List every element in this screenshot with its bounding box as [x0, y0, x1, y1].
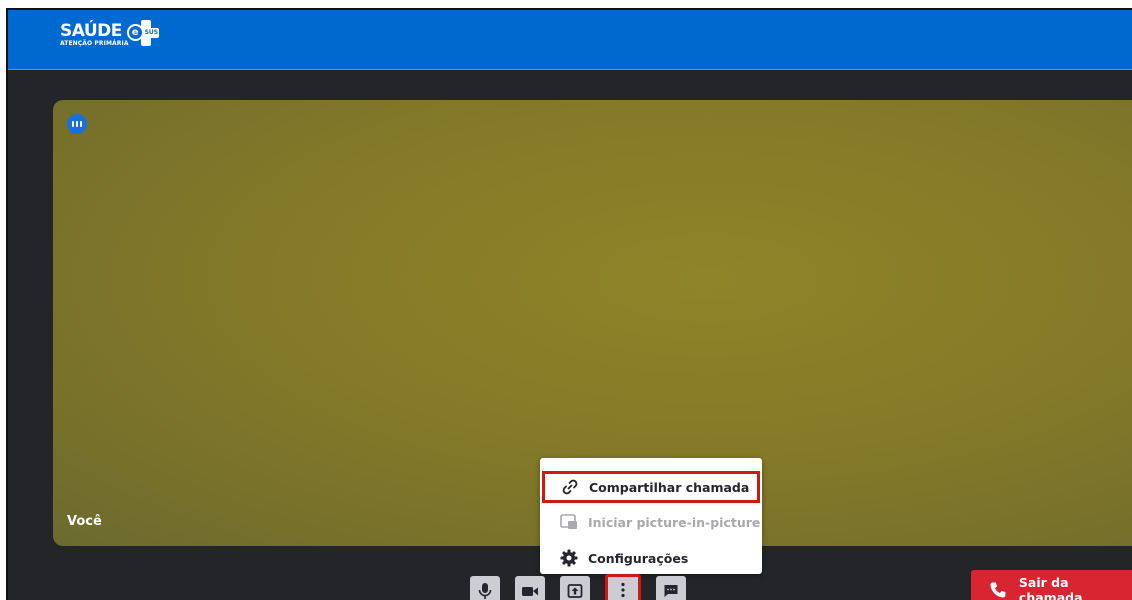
brand-name: SAÚDE — [60, 21, 122, 41]
microphone-icon — [478, 583, 492, 599]
frame: SAÚDE ATENÇÃO PRIMÁRIA e SUS Você Compar… — [0, 0, 1132, 600]
gear-icon — [558, 549, 580, 567]
camera-icon — [522, 587, 538, 596]
share-screen-button[interactable] — [560, 576, 590, 600]
brand-badge-text: SUS — [144, 29, 159, 36]
camera-button[interactable] — [515, 576, 545, 600]
brand-badge-letter: e — [126, 24, 144, 41]
menu-item-label: Configurações — [588, 550, 689, 566]
link-icon — [559, 478, 581, 496]
share-screen-icon — [567, 584, 583, 598]
brand-subtitle: ATENÇÃO PRIMÁRIA — [60, 40, 129, 47]
phone-icon — [990, 582, 1006, 598]
audio-level-icon — [67, 114, 87, 134]
menu-item-share-call[interactable]: Compartilhar chamada — [542, 471, 760, 503]
sus-cross-icon: e SUS — [126, 20, 159, 46]
picture-in-picture-icon — [558, 513, 580, 531]
menu-item-label: Iniciar picture-in-picture — [588, 514, 761, 530]
top-bar: SAÚDE ATENÇÃO PRIMÁRIA e SUS — [8, 10, 1132, 70]
more-options-button[interactable] — [605, 574, 641, 600]
menu-item-settings[interactable]: Configurações — [540, 542, 762, 574]
call-controls — [470, 574, 686, 600]
menu-item-label: Compartilhar chamada — [589, 479, 750, 495]
app-window: SAÚDE ATENÇÃO PRIMÁRIA e SUS Você Compar… — [6, 8, 1132, 600]
microphone-button[interactable] — [470, 576, 500, 600]
participant-name: Você — [67, 514, 102, 529]
chat-button[interactable] — [656, 576, 686, 600]
chat-icon — [664, 585, 678, 597]
more-options-menu: Compartilhar chamada Iniciar picture-in-… — [540, 458, 762, 574]
leave-call-button[interactable]: Sair da chamada — [971, 570, 1132, 600]
leave-call-label: Sair da chamada — [1018, 575, 1083, 600]
brand-logo[interactable]: SAÚDE ATENÇÃO PRIMÁRIA e SUS — [60, 20, 159, 48]
menu-item-picture-in-picture: Iniciar picture-in-picture — [540, 506, 762, 538]
more-options-icon — [621, 582, 625, 598]
